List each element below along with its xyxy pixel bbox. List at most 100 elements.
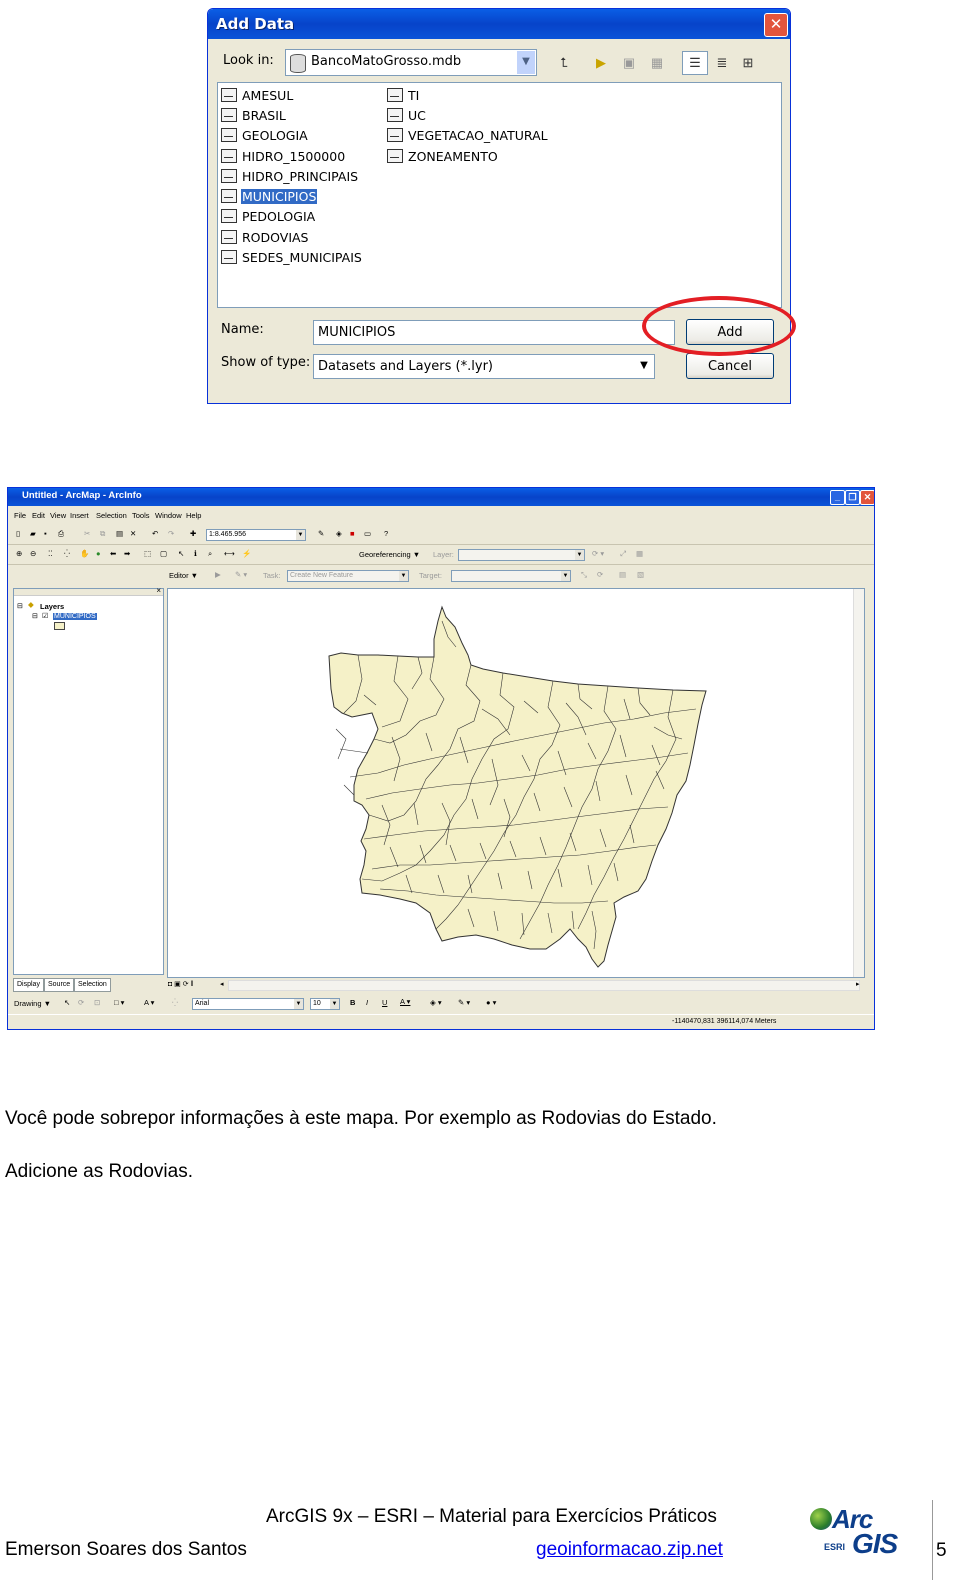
rotate-element-icon[interactable]: ⟳: [78, 998, 84, 1007]
identify-icon[interactable]: ℹ: [194, 549, 197, 558]
bold-icon[interactable]: B: [350, 998, 355, 1007]
georef-layer-combo[interactable]: ▼: [458, 549, 585, 561]
select-elements-icon[interactable]: ↖: [178, 549, 184, 558]
tab-display[interactable]: Display: [13, 978, 44, 992]
map-view[interactable]: [167, 588, 865, 978]
restore-button[interactable]: ❐: [845, 490, 860, 505]
fixed-zoom-in-icon[interactable]: ⁚⁚: [48, 549, 53, 558]
select-features-icon[interactable]: ⬚: [144, 549, 151, 558]
clear-selection-icon[interactable]: ▢: [160, 549, 167, 558]
file-item-selected[interactable]: MUNICIPIOS: [221, 189, 318, 207]
attributes-icon[interactable]: ▤: [619, 570, 626, 579]
menu-file[interactable]: File: [14, 511, 26, 520]
zoom-to-elements-icon[interactable]: ⊡: [94, 998, 100, 1007]
undo-icon[interactable]: ↶: [152, 529, 158, 538]
vertical-scrollbar[interactable]: [853, 589, 864, 977]
paste-icon[interactable]: ▤: [116, 529, 123, 538]
command-line-icon[interactable]: ▭: [364, 529, 371, 538]
italic-icon[interactable]: I: [366, 998, 368, 1007]
arctoolbox-icon[interactable]: ■: [350, 529, 355, 538]
details-view-icon[interactable]: ≣: [709, 51, 735, 75]
marker-color-icon[interactable]: ● ▾: [486, 998, 496, 1007]
new-icon[interactable]: ▯: [16, 529, 20, 538]
sketch-properties-icon[interactable]: ▧: [637, 570, 644, 579]
disconnect-folder-icon[interactable]: ▣: [616, 51, 642, 75]
map-scale-combo[interactable]: 1:8.465.956 ▼: [206, 529, 306, 541]
edit-tool-icon[interactable]: ▶: [215, 570, 221, 579]
file-item[interactable]: UC: [387, 108, 427, 126]
menu-window[interactable]: Window: [155, 511, 182, 520]
scroll-left-icon[interactable]: ◂: [220, 980, 224, 988]
sketch-tool-icon[interactable]: ✎ ▾: [235, 570, 247, 579]
name-input[interactable]: MUNICIPIOS: [313, 320, 675, 345]
file-item[interactable]: PEDOLOGIA: [221, 209, 316, 227]
file-item[interactable]: GEOLOGIA: [221, 128, 309, 146]
add-data-icon[interactable]: ✚: [190, 529, 196, 538]
font-name-combo[interactable]: Arial ▼: [192, 998, 304, 1010]
layer-symbol-swatch[interactable]: [54, 622, 65, 630]
close-button[interactable]: ✕: [764, 13, 788, 37]
show-of-type-select[interactable]: Datasets and Layers (*.lyr) ▼: [313, 354, 655, 379]
split-tool-icon[interactable]: ⤡: [581, 570, 587, 580]
editor-toolbar-icon[interactable]: ✎: [318, 529, 324, 538]
layer-municipios[interactable]: MUNICIPIOS: [53, 613, 97, 620]
print-icon[interactable]: ⎙: [58, 529, 64, 539]
arccatalog-icon[interactable]: ◈: [336, 529, 342, 538]
text-tool-icon[interactable]: A ▾: [144, 998, 154, 1007]
line-color-icon[interactable]: ✎ ▾: [458, 998, 470, 1007]
collapse-icon[interactable]: ⊟: [32, 612, 38, 620]
delete-icon[interactable]: ▦: [644, 51, 670, 75]
menu-tools[interactable]: Tools: [132, 511, 150, 520]
back-icon[interactable]: ⬅: [110, 549, 116, 558]
add-control-points-icon[interactable]: ⤢: [620, 549, 626, 559]
forward-icon[interactable]: ➡: [124, 549, 130, 558]
horizontal-scrollbar[interactable]: [228, 980, 860, 991]
view-link-table-icon[interactable]: ▦: [636, 549, 643, 558]
file-item[interactable]: HIDRO_1500000: [221, 149, 346, 167]
full-extent-icon[interactable]: ●: [96, 549, 101, 558]
file-item[interactable]: VEGETACAO_NATURAL: [387, 128, 549, 146]
tab-selection[interactable]: Selection: [74, 978, 111, 992]
look-in-combo[interactable]: BancoMatoGrosso.mdb ▼: [285, 49, 537, 76]
zoom-out-icon[interactable]: ⊖: [30, 549, 36, 558]
underline-icon[interactable]: U: [382, 998, 387, 1007]
measure-icon[interactable]: ⟷: [224, 549, 235, 558]
rotate-tool-icon[interactable]: ⟳: [597, 570, 603, 579]
copy-icon[interactable]: ⧉: [100, 529, 105, 539]
file-item[interactable]: AMESUL: [221, 88, 294, 106]
redo-icon[interactable]: ↷: [168, 529, 174, 538]
task-combo[interactable]: Create New Feature ▼: [287, 570, 409, 582]
edit-vertices-icon[interactable]: ⁛: [172, 998, 178, 1007]
select-elements-icon[interactable]: ↖: [64, 998, 70, 1007]
menu-edit[interactable]: Edit: [32, 511, 45, 520]
menu-help[interactable]: Help: [186, 511, 201, 520]
footer-site-link[interactable]: geoinformacao.zip.net: [536, 1539, 723, 1561]
minimize-button[interactable]: _: [830, 490, 845, 505]
close-button[interactable]: ✕: [860, 490, 874, 505]
list-view-icon[interactable]: ☰: [682, 51, 708, 75]
rotate-icon[interactable]: ⟳ ▾: [592, 549, 604, 558]
fill-color-icon[interactable]: ◈ ▾: [430, 998, 442, 1007]
menu-selection[interactable]: Selection: [96, 511, 127, 520]
target-combo[interactable]: ▼: [451, 570, 571, 582]
thumbnails-view-icon[interactable]: ⊞: [735, 51, 761, 75]
layers-root-label[interactable]: Layers: [40, 602, 64, 611]
layer-visibility-checkbox[interactable]: ☑: [42, 612, 48, 620]
file-item[interactable]: RODOVIAS: [221, 230, 310, 248]
tab-source[interactable]: Source: [44, 978, 75, 992]
connect-folder-icon[interactable]: ▶: [588, 51, 614, 75]
whats-this-icon[interactable]: ?: [384, 529, 388, 538]
fixed-zoom-out-icon[interactable]: ⁛: [64, 549, 70, 558]
delete-icon[interactable]: ✕: [130, 529, 136, 538]
rectangle-tool-icon[interactable]: □ ▾: [114, 998, 124, 1007]
file-item[interactable]: TI: [387, 88, 420, 106]
drawing-menu[interactable]: Drawing ▼: [14, 999, 51, 1008]
cancel-button[interactable]: Cancel: [686, 353, 774, 379]
find-icon[interactable]: ⌕: [208, 549, 212, 559]
georeferencing-menu[interactable]: Georeferencing ▼: [359, 550, 420, 559]
pan-icon[interactable]: ✋: [80, 549, 89, 558]
open-icon[interactable]: ▰: [30, 529, 36, 538]
file-list[interactable]: AMESUL BRASIL GEOLOGIA HIDRO_1500000 HID…: [217, 82, 782, 308]
file-item[interactable]: SEDES_MUNICIPAIS: [221, 250, 363, 268]
layout-view-icons[interactable]: ◘ ▣ ⟳ ‖: [168, 980, 193, 988]
